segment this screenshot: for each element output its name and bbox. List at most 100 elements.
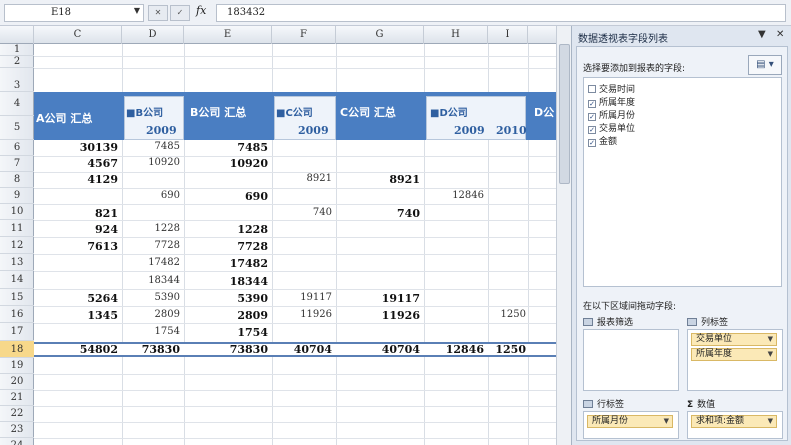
column-header-h[interactable]: H: [424, 26, 488, 44]
cell[interactable]: 7485: [122, 141, 180, 152]
cell[interactable]: 690: [122, 190, 180, 201]
column-header-d[interactable]: D: [122, 26, 184, 44]
confirm-entry-icon[interactable]: ✓: [170, 5, 190, 21]
formula-input[interactable]: 183432: [216, 4, 786, 22]
cell[interactable]: 18344: [184, 275, 268, 288]
cell[interactable]: 12846: [424, 190, 484, 201]
chevron-down-icon[interactable]: ▼: [768, 416, 773, 427]
chevron-down-icon[interactable]: ▼: [664, 416, 669, 427]
cell[interactable]: 17482: [184, 257, 268, 270]
field-chip[interactable]: 所属月份 ▼: [587, 415, 673, 428]
field-item[interactable]: ✓ 金额: [588, 134, 617, 147]
cell[interactable]: 19117: [336, 292, 420, 305]
checkbox-checked-icon[interactable]: ✓: [588, 139, 596, 147]
row-header[interactable]: 1: [0, 44, 34, 56]
cell[interactable]: 2809: [184, 309, 268, 322]
chevron-down-icon[interactable]: ▼: [768, 334, 773, 345]
cell[interactable]: 1250: [488, 309, 526, 320]
row-header[interactable]: 5: [0, 116, 34, 140]
row-header[interactable]: 21: [0, 390, 34, 406]
column-header-i[interactable]: I: [488, 26, 528, 44]
vertical-scrollbar[interactable]: [556, 26, 571, 445]
worksheet-grid[interactable]: C D E F G H I 1 2 3 4 5 6 7 8 9 10 11 12…: [0, 26, 556, 445]
cell[interactable]: 19117: [272, 292, 332, 303]
row-header[interactable]: 14: [0, 271, 34, 289]
row-header[interactable]: 20: [0, 374, 34, 390]
pivot-column-header[interactable]: A公司 汇总: [36, 110, 92, 126]
cell[interactable]: 1228: [184, 223, 268, 236]
cell[interactable]: 740: [336, 207, 420, 220]
cell[interactable]: 8921: [272, 173, 332, 184]
cell[interactable]: 18344: [122, 275, 180, 286]
close-icon[interactable]: ✕: [776, 29, 784, 40]
field-item[interactable]: 交易时间: [588, 82, 635, 95]
column-header-g[interactable]: G: [336, 26, 424, 44]
row-header[interactable]: 2: [0, 56, 34, 68]
row-header[interactable]: 12: [0, 237, 34, 254]
cell[interactable]: 1228: [122, 223, 180, 234]
row-header[interactable]: 9: [0, 188, 34, 204]
row-header[interactable]: 22: [0, 406, 34, 422]
cell[interactable]: 30139: [34, 141, 118, 154]
checkbox-checked-icon[interactable]: ✓: [588, 126, 596, 134]
chevron-down-icon[interactable]: ▼: [134, 6, 140, 15]
row-header[interactable]: 16: [0, 306, 34, 323]
cell[interactable]: 924: [34, 223, 118, 236]
field-chip[interactable]: 求和项:金额 ▼: [691, 415, 777, 428]
field-item[interactable]: ✓ 所属月份: [588, 108, 635, 121]
row-header[interactable]: 15: [0, 289, 34, 306]
cancel-entry-icon[interactable]: ✕: [148, 5, 168, 21]
total-cell[interactable]: 12846: [424, 343, 484, 356]
cell[interactable]: 7728: [184, 240, 268, 253]
total-cell[interactable]: 40704: [336, 343, 420, 356]
row-drop-area[interactable]: 所属月份 ▼: [583, 411, 679, 439]
field-item[interactable]: ✓ 所属年度: [588, 95, 635, 108]
cell[interactable]: 4129: [34, 173, 118, 186]
pivot-column-header[interactable]: ■B公司: [126, 104, 163, 119]
cell[interactable]: 8921: [336, 173, 420, 186]
cell[interactable]: 2809: [122, 309, 180, 320]
row-header[interactable]: 6: [0, 140, 34, 156]
cell[interactable]: 10920: [184, 157, 268, 170]
cell[interactable]: 7728: [122, 240, 180, 251]
pivot-column-header[interactable]: C公司 汇总: [340, 104, 396, 120]
chevron-down-icon[interactable]: ▼: [758, 29, 766, 40]
row-header[interactable]: 13: [0, 254, 34, 271]
cell[interactable]: 11926: [272, 309, 332, 320]
cell[interactable]: 740: [272, 207, 332, 218]
field-chip[interactable]: 交易单位 ▼: [691, 333, 777, 346]
total-cell[interactable]: 73830: [122, 343, 180, 356]
row-header[interactable]: 7: [0, 156, 34, 172]
pivot-column-header[interactable]: ■D公司: [430, 104, 468, 119]
select-all-button[interactable]: [0, 26, 34, 44]
checkbox-unchecked-icon[interactable]: [588, 85, 596, 93]
cell[interactable]: 7613: [34, 240, 118, 253]
total-cell[interactable]: 1250: [488, 343, 526, 356]
cell[interactable]: 17482: [122, 257, 180, 268]
scrollbar-thumb[interactable]: [559, 44, 570, 184]
layout-options-button[interactable]: ▤ ▾: [748, 55, 782, 75]
field-chip[interactable]: 所属年度 ▼: [691, 348, 777, 361]
name-box[interactable]: E18 ▼: [4, 4, 144, 22]
total-cell[interactable]: 40704: [272, 343, 332, 356]
cell[interactable]: 5264: [34, 292, 118, 305]
cell[interactable]: 821: [34, 207, 118, 220]
total-cell[interactable]: 54802: [34, 343, 118, 356]
row-header-selected[interactable]: 18: [0, 341, 34, 358]
row-header[interactable]: 17: [0, 323, 34, 341]
cell[interactable]: 10920: [122, 157, 180, 168]
chevron-down-icon[interactable]: ▼: [768, 349, 773, 360]
column-header-e[interactable]: E: [184, 26, 272, 44]
cell[interactable]: 4567: [34, 157, 118, 170]
column-header-f[interactable]: F: [272, 26, 336, 44]
cell[interactable]: 1754: [122, 326, 180, 337]
pivot-column-header[interactable]: D公: [534, 104, 554, 120]
pivot-column-header[interactable]: B公司 汇总: [190, 104, 246, 120]
column-header-c[interactable]: C: [34, 26, 122, 44]
cell[interactable]: 1345: [34, 309, 118, 322]
cell[interactable]: 690: [184, 190, 268, 203]
row-header[interactable]: 24: [0, 438, 34, 445]
checkbox-checked-icon[interactable]: ✓: [588, 100, 596, 108]
column-drop-area[interactable]: 交易单位 ▼ 所属年度 ▼: [687, 329, 783, 391]
row-header[interactable]: 19: [0, 358, 34, 374]
